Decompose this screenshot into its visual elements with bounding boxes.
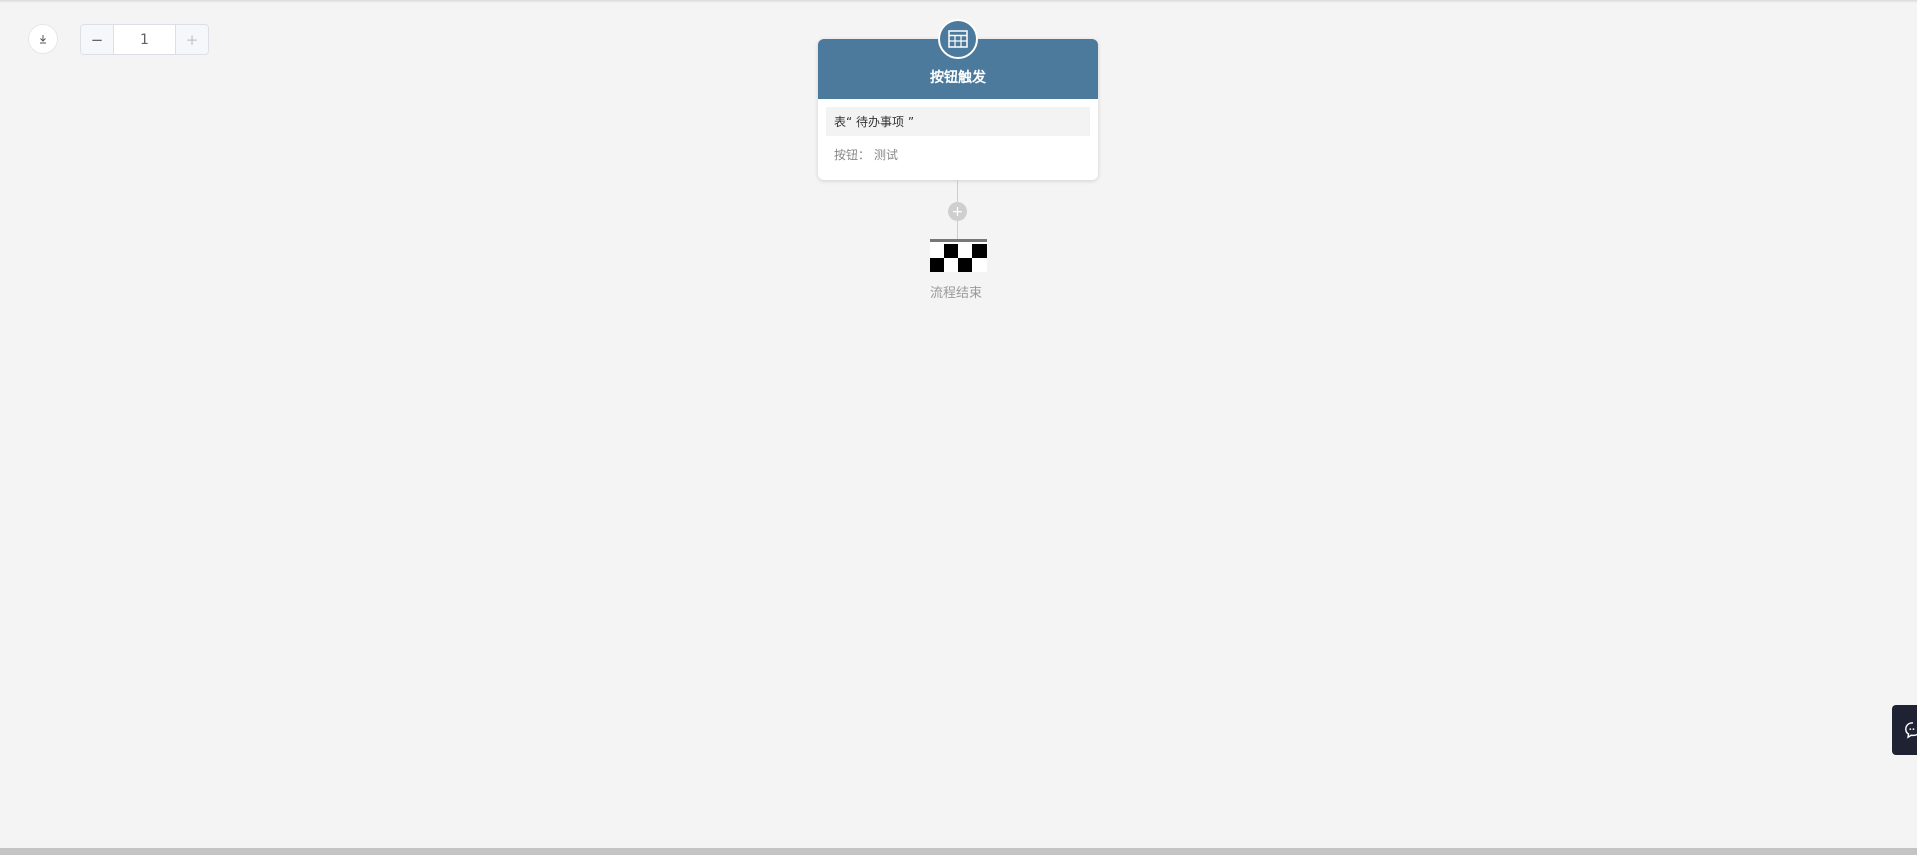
download-button[interactable] — [28, 24, 58, 54]
top-shadow — [0, 0, 1917, 3]
chat-bubble-icon — [1905, 722, 1917, 739]
end-label: 流程结束 — [929, 286, 982, 301]
chat-widget-button[interactable] — [1892, 705, 1917, 755]
zoom-out-button[interactable]: − — [81, 25, 114, 54]
trigger-node-card[interactable]: 按钮触发 表“ 待办事项 ” 按钮： 测试 — [818, 19, 1098, 180]
download-icon — [40, 35, 46, 44]
zoom-stepper: − + — [80, 24, 209, 55]
table-icon — [948, 30, 968, 48]
node-table-row: 表“ 待办事项 ” — [826, 107, 1090, 136]
checkered-flag-icon — [930, 239, 987, 272]
zoom-in-button[interactable]: + — [175, 25, 208, 54]
bottom-scrollbar[interactable] — [0, 848, 1917, 855]
add-node-button[interactable]: + — [948, 202, 967, 221]
node-button-value: 测试 — [874, 148, 899, 162]
connector-line-top — [957, 180, 958, 203]
node-table-label: 表“ 待办事项 ” — [834, 115, 915, 129]
node-icon-badge — [938, 19, 978, 59]
node-title: 按钮触发 — [930, 70, 986, 86]
connector-line-bottom — [957, 221, 958, 240]
node-button-label: 按钮： — [834, 148, 871, 162]
node-button-row: 按钮： 测试 — [834, 146, 1082, 163]
zoom-input[interactable] — [114, 25, 175, 54]
